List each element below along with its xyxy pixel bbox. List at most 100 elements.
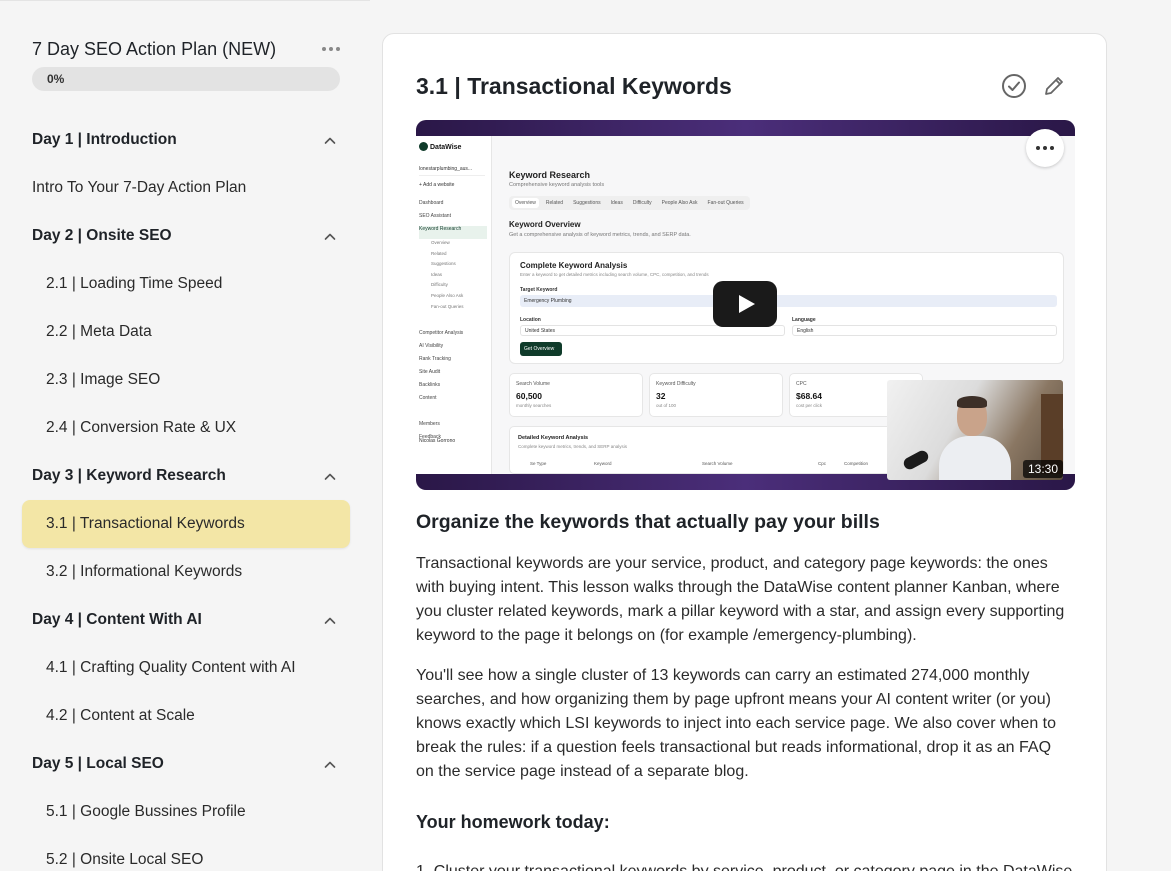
video-column-header: Cpc <box>818 461 827 466</box>
datawise-logo-icon <box>419 142 428 151</box>
video-app-sidebar: DataWise lonestarplumbing_aus... + Add a… <box>416 136 492 474</box>
sidebar-lesson-label: 5.1 | Google Bussines Profile <box>46 803 246 820</box>
sidebar-lesson-label: 3.1 | Transactional Keywords <box>46 515 245 532</box>
microphone-icon <box>901 448 931 472</box>
day-section-label: Day 1 | Introduction <box>32 131 177 148</box>
sidebar-lesson-item[interactable]: 3.2 | Informational Keywords <box>0 548 370 596</box>
video-nav-item <box>419 317 487 330</box>
sidebar-lesson-item[interactable]: 2.4 | Conversion Rate & UX <box>0 404 370 452</box>
video-stat-card: Search Volume 60,500 monthly searches <box>509 373 643 417</box>
homework-heading: Your homework today: <box>416 812 610 832</box>
video-stat-value: 32 <box>656 391 666 401</box>
day-section-label: Day 3 | Keyword Research <box>32 467 226 484</box>
video-column-header: Se Type <box>530 461 547 466</box>
video-column-header: Competition <box>844 461 869 466</box>
sidebar-lesson-label: 3.2 | Informational Keywords <box>46 563 243 580</box>
video-heading-sub: Comprehensive keyword analysis tools <box>509 182 605 188</box>
video-tab: Overview <box>512 198 539 208</box>
sidebar-lesson-label: Intro To Your 7-Day Action Plan <box>32 179 247 196</box>
video-heading: Keyword Research <box>509 170 591 180</box>
video-overview-sub: Get a comprehensive analysis of keyword … <box>509 232 691 238</box>
video-stat-label: Search Volume <box>516 381 550 387</box>
course-title: 7 Day SEO Action Plan (NEW) <box>32 39 277 59</box>
video-language-label: Language <box>792 317 816 323</box>
video-detailed-sub: Complete keyword metrics, trends, and SE… <box>518 444 627 449</box>
video-nav-item: Site Audit <box>419 369 441 375</box>
video-add-website: + Add a website <box>419 182 455 188</box>
video-duration: 13:30 <box>1023 460 1064 478</box>
progress-label: 0% <box>47 72 65 86</box>
video-more-icon[interactable] <box>1026 129 1064 167</box>
video-stat-sub: monthly searches <box>516 403 552 408</box>
video-nav-item: SEO Assistant <box>419 213 451 219</box>
video-nav-item: AI Visibility <box>419 343 444 349</box>
video-tab: Ideas <box>610 200 623 206</box>
video-target-input: Emergency Plumbing <box>520 295 1057 307</box>
lesson-paragraph-1: Transactional keywords are your service,… <box>416 555 1065 644</box>
video-nav: Dashboard SEO Assistant Keyword Research Co… <box>419 200 487 447</box>
video-subnav: Overview Related Suggestions Ideas Difficult… <box>431 240 464 314</box>
sidebar-lesson-item[interactable]: 5.1 | Google Bussines Profile <box>0 788 370 836</box>
edit-pencil-icon[interactable] <box>1042 74 1066 98</box>
sidebar-lesson-label: 2.4 | Conversion Rate & UX <box>46 419 237 436</box>
sidebar-lesson-item[interactable]: 2.3 | Image SEO <box>0 356 370 404</box>
lesson-heading: Organize the keywords that actually pay … <box>416 511 880 533</box>
video-brand: DataWise <box>430 144 462 151</box>
sidebar-lesson-item[interactable]: 4.2 | Content at Scale <box>0 692 370 740</box>
video-analysis-panel: Complete Keyword Analysis Enter a keywor… <box>509 252 1064 364</box>
sidebar-lesson-item[interactable]: 2.1 | Loading Time Speed <box>0 260 370 308</box>
chevron-up-icon[interactable] <box>324 470 336 482</box>
play-button[interactable] <box>713 281 777 327</box>
video-panel-title: Complete Keyword Analysis <box>520 261 628 270</box>
day-section-header[interactable]: Day 1 | Introduction <box>0 116 370 164</box>
video-location-label: Location <box>520 317 541 323</box>
lesson-video[interactable]: DataWise lonestarplumbing_aus... + Add a… <box>416 120 1075 490</box>
sidebar-lesson-item[interactable]: 5.2 | Onsite Local SEO <box>0 836 370 871</box>
video-tab: Related <box>545 200 564 206</box>
video-user: Nicolas Gorrono <box>419 438 456 444</box>
video-tab: Suggestions <box>573 200 601 206</box>
chevron-up-icon[interactable] <box>324 230 336 242</box>
video-nav-item: Content <box>419 395 437 401</box>
video-subnav-item: Fan-out Queries <box>431 303 464 309</box>
sidebar-lesson-active[interactable]: 3.1 | Transactional Keywords <box>22 500 350 548</box>
video-subnav-item: Related <box>431 250 447 256</box>
chevron-up-icon[interactable] <box>324 134 336 146</box>
sidebar-lesson-label: 5.2 | Onsite Local SEO <box>46 851 204 868</box>
video-panel-sub: Enter a keyword to get detailed metrics … <box>520 272 709 277</box>
lesson-card: 3.1 | Transactional Keywords DataWise lo… <box>382 33 1107 871</box>
video-column-header: Search Volume <box>702 461 733 466</box>
sidebar-lesson-item[interactable]: 2.2 | Meta Data <box>0 308 370 356</box>
video-stat-card: Keyword Difficulty 32 out of 100 <box>649 373 783 417</box>
sidebar-lesson-item[interactable]: 4.1 | Crafting Quality Content with AI <box>0 644 370 692</box>
video-nav-item: Dashboard <box>419 200 444 206</box>
sidebar-lesson-label: 2.1 | Loading Time Speed <box>46 275 223 292</box>
video-subnav-item: Overview <box>431 240 450 245</box>
chevron-up-icon[interactable] <box>324 614 336 626</box>
course-more-icon[interactable] <box>320 43 342 55</box>
video-stat-sub: out of 100 <box>656 403 677 408</box>
day-section-label: Day 4 | Content With AI <box>32 611 202 628</box>
day-section-header[interactable]: Day 5 | Local SEO <box>0 740 370 788</box>
video-subnav-item: People Also Ask <box>431 292 464 298</box>
video-nav-item: Keyword Research <box>419 226 487 239</box>
video-overview-title: Keyword Overview <box>509 220 581 229</box>
video-detailed-title: Detailed Keyword Analysis <box>518 435 589 441</box>
sidebar-lesson-label: 2.3 | Image SEO <box>46 371 161 388</box>
chevron-up-icon[interactable] <box>324 758 336 770</box>
sidebar-lesson-item[interactable]: Intro To Your 7-Day Action Plan <box>0 164 370 212</box>
video-subnav-item: Suggestions <box>431 261 456 267</box>
video-stat-value: 60,500 <box>516 391 542 401</box>
video-column-header: Keyword <box>594 461 612 466</box>
day-section-header[interactable]: Day 3 | Keyword Research <box>0 452 370 500</box>
play-icon <box>739 295 755 313</box>
day-section-label: Day 5 | Local SEO <box>32 755 164 772</box>
mark-complete-icon[interactable] <box>1001 73 1027 99</box>
day-section-header[interactable]: Day 2 | Onsite SEO <box>0 212 370 260</box>
course-progress-bar: 0% <box>32 67 340 91</box>
lesson-paragraph-2: You'll see how a single cluster of 13 ke… <box>416 667 1057 780</box>
day-section-header[interactable]: Day 4 | Content With AI <box>0 596 370 644</box>
video-nav-item: Members <box>419 421 440 427</box>
video-subnav-item: Ideas <box>431 271 443 277</box>
lesson-title: 3.1 | Transactional Keywords <box>416 73 732 99</box>
